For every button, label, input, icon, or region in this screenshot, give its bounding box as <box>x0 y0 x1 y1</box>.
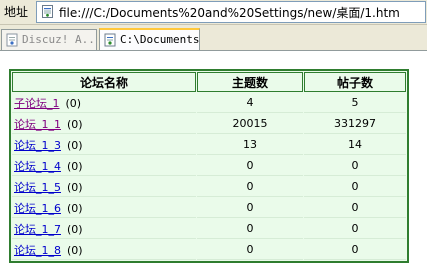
forum-link[interactable]: 子论坛_1 <box>14 97 60 110</box>
forum-link[interactable]: 论坛_1_4 <box>14 160 61 173</box>
table-row: 论坛_1_5 (0) 0 0 <box>12 177 406 197</box>
topics-cell: 0 <box>197 198 303 218</box>
page-icon <box>42 5 53 18</box>
posts-cell: 331297 <box>304 114 406 134</box>
forum-name-cell: 论坛_1_4 (0) <box>12 156 196 176</box>
posts-cell: 5 <box>304 93 406 113</box>
page-icon <box>6 33 18 47</box>
table-row: 论坛_1_6 (0) 0 0 <box>12 198 406 218</box>
table-row: 论坛_1_8 (0) 0 0 <box>12 240 406 260</box>
forum-link[interactable]: 论坛_1_1 <box>14 118 61 131</box>
table-row: 论坛_1_4 (0) 0 0 <box>12 156 406 176</box>
tab-discuz-label: Discuz! A... <box>22 33 97 46</box>
posts-cell: 0 <box>304 177 406 197</box>
column-header-forum-name: 论坛名称 <box>12 72 196 92</box>
topics-cell: 0 <box>197 156 303 176</box>
address-label: 地址 <box>4 5 29 19</box>
address-url: file:///C:/Documents%20and%20Settings/ne… <box>59 6 400 20</box>
address-input[interactable]: file:///C:/Documents%20and%20Settings/ne… <box>36 1 426 23</box>
topics-cell: 13 <box>197 135 303 155</box>
forum-count: (0) <box>65 96 82 110</box>
table-row: 子论坛_1 (0) 4 5 <box>12 93 406 113</box>
forum-link[interactable]: 论坛_1_6 <box>14 202 61 215</box>
forum-count: (0) <box>67 138 83 152</box>
topics-cell: 20015 <box>197 114 303 134</box>
table-row: 论坛_1_3 (0) 13 14 <box>12 135 406 155</box>
forum-count: (0) <box>67 201 83 215</box>
forum-name-cell: 论坛_1_5 (0) <box>12 177 196 197</box>
topics-cell: 0 <box>197 219 303 239</box>
forum-link[interactable]: 论坛_1_7 <box>14 223 61 236</box>
forum-count: (0) <box>67 117 83 131</box>
forum-link[interactable]: 论坛_1_8 <box>14 244 61 257</box>
forum-link[interactable]: 论坛_1_3 <box>14 139 61 152</box>
address-bar-row: 地址 file:///C:/Documents%20and%20Settings… <box>0 0 427 25</box>
tab-discuz[interactable]: Discuz! A... <box>1 29 97 50</box>
column-header-topics: 主题数 <box>197 72 303 92</box>
forum-count: (0) <box>67 243 83 257</box>
posts-cell: 0 <box>304 219 406 239</box>
table-row: 论坛_1_7 (0) 0 0 <box>12 219 406 239</box>
page-content: 论坛名称 主题数 帖子数 子论坛_1 (0) 4 5 论坛_1_1 (0) 2001… <box>0 51 427 277</box>
forum-name-cell: 论坛_1_6 (0) <box>12 198 196 218</box>
page-icon <box>104 33 116 47</box>
forum-name-cell: 论坛_1_7 (0) <box>12 219 196 239</box>
posts-cell: 0 <box>304 156 406 176</box>
forum-table: 论坛名称 主题数 帖子数 子论坛_1 (0) 4 5 论坛_1_1 (0) 2001… <box>9 69 409 263</box>
tab-bar: Discuz! A... C:\Documents... <box>0 25 427 52</box>
forum-count: (0) <box>67 180 83 194</box>
forum-link[interactable]: 论坛_1_5 <box>14 181 61 194</box>
forum-name-cell: 论坛_1_1 (0) <box>12 114 196 134</box>
posts-cell: 0 <box>304 198 406 218</box>
forum-name-cell: 子论坛_1 (0) <box>12 93 196 113</box>
column-header-posts: 帖子数 <box>304 72 406 92</box>
forum-count: (0) <box>67 222 83 236</box>
table-header-row: 论坛名称 主题数 帖子数 <box>12 72 406 92</box>
forum-name-cell: 论坛_1_8 (0) <box>12 240 196 260</box>
forum-name-cell: 论坛_1_3 (0) <box>12 135 196 155</box>
posts-cell: 14 <box>304 135 406 155</box>
tab-documents-label: C:\Documents... <box>120 33 200 46</box>
forum-count: (0) <box>67 159 83 173</box>
posts-cell: 0 <box>304 240 406 260</box>
table-row: 论坛_1_1 (0) 20015 331297 <box>12 114 406 134</box>
topics-cell: 4 <box>197 93 303 113</box>
topics-cell: 0 <box>197 240 303 260</box>
topics-cell: 0 <box>197 177 303 197</box>
tab-documents[interactable]: C:\Documents... <box>99 28 200 52</box>
